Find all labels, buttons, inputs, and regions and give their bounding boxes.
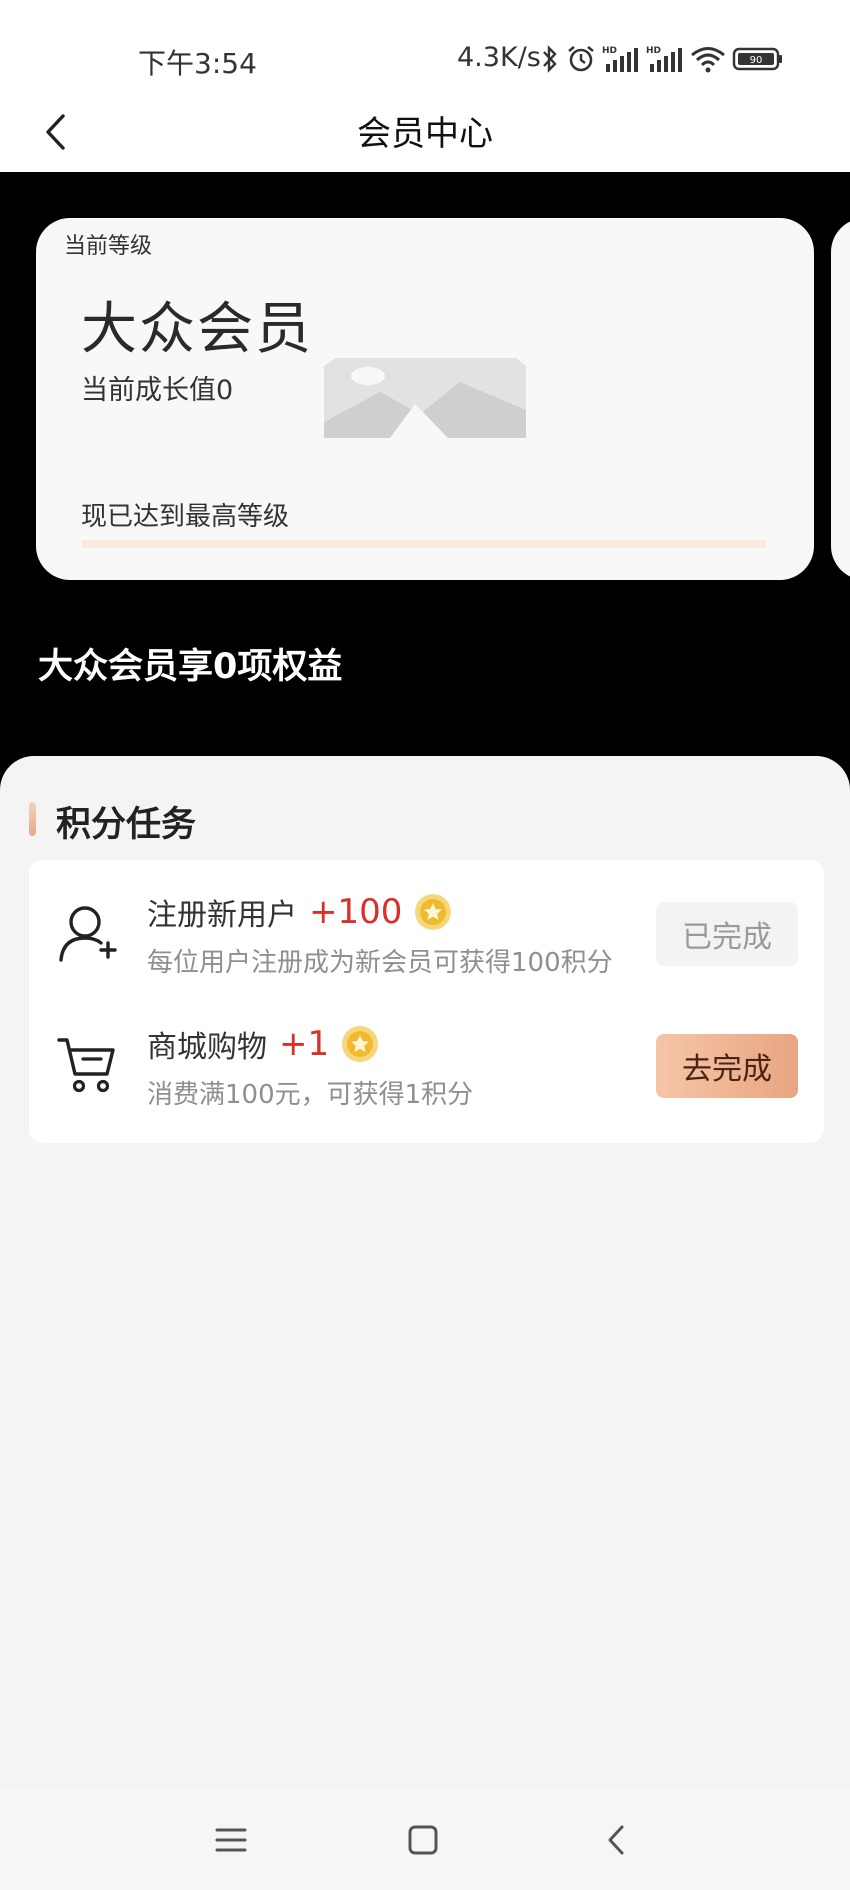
home-icon [408,1825,438,1855]
battery-level: 90 [750,55,763,66]
section-title: 积分任务 [56,805,197,845]
level-name: 大众会员 [81,297,313,362]
header: 会员中心 [0,90,850,172]
svg-text:HD: HD [602,46,617,56]
task-points: +1 [279,1024,330,1064]
go-complete-button[interactable]: 去完成 [656,1034,798,1098]
points-tasks-section: 积分任务 注册新用户 +100 每位用户注册成为新会员可获得100积分 已完成 [0,756,850,1790]
coin-icon [415,894,452,930]
task-title: 商城购物 +1 [147,1022,379,1066]
back-icon [608,1825,624,1855]
menu-button[interactable] [203,1812,259,1868]
system-nav-bar [0,1790,850,1890]
section-accent-bar [29,802,36,836]
bluetooth-icon [543,45,557,73]
alarm-icon [568,45,594,72]
wifi-icon [691,47,725,73]
status-time: 下午3:54 [138,47,257,80]
network-speed: 4.3K/s [457,42,541,73]
coin-icon [342,1026,379,1062]
next-level-card[interactable] [831,218,850,580]
growth-progress-bar [81,540,767,548]
svg-text:HD: HD [646,46,661,56]
page-title: 会员中心 [357,114,493,154]
growth-value: 当前成长值0 [81,375,234,406]
status-icons: HD HD 90 [540,40,784,78]
hd-signal-icon: HD [646,46,682,72]
battery-icon: 90 [732,47,782,71]
status-bar: 下午3:54 4.3K/s HD HD 90 [0,0,850,100]
cart-icon [57,1038,115,1093]
task-points: +100 [309,892,403,932]
system-back-button[interactable] [588,1812,644,1868]
task-item-register: 注册新用户 +100 每位用户注册成为新会员可获得100积分 已完成 [29,860,824,992]
task-completed-button[interactable]: 已完成 [656,902,798,966]
task-item-shopping: 商城购物 +1 消费满100元，可获得1积分 去完成 [29,992,824,1124]
hd-signal-icon: HD [602,46,638,72]
benefits-title: 大众会员享0项权益 [38,647,343,687]
task-name: 商城购物 [147,1030,267,1065]
task-description: 消费满100元，可获得1积分 [147,1080,474,1110]
image-placeholder-icon [324,358,526,438]
level-status: 现已达到最高等级 [81,502,290,532]
task-description: 每位用户注册成为新会员可获得100积分 [147,948,613,978]
home-button[interactable] [395,1812,451,1868]
task-list: 注册新用户 +100 每位用户注册成为新会员可获得100积分 已完成 商城购物 [29,860,824,1143]
menu-icon [215,1828,247,1852]
member-hero: 当前等级 大众会员 当前成长值0 现已达到最高等级 大众会员享0项权益 [0,172,850,790]
level-caption: 当前等级 [64,234,153,259]
add-user-icon [59,906,117,962]
task-title: 注册新用户 +100 [147,890,452,934]
task-name: 注册新用户 [147,898,297,933]
level-card[interactable]: 当前等级 大众会员 当前成长值0 现已达到最高等级 [36,218,814,580]
